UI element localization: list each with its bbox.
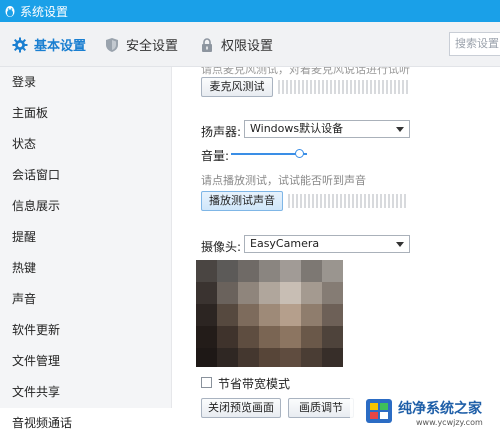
mic-test-button[interactable]: 麦克风测试 [201, 77, 273, 97]
preview-pixel [322, 326, 343, 348]
tab-label: 基本设置 [34, 39, 87, 54]
mic-hint-text: 请点麦克风测试，对着麦克风说话进行试听 [201, 67, 410, 76]
preview-pixel [238, 282, 259, 304]
sidebar-item-sound[interactable]: 声音 [0, 284, 172, 315]
preview-pixel [322, 304, 343, 326]
window-title: 系统设置 [20, 4, 69, 19]
chevron-down-icon [396, 242, 404, 247]
preview-pixel [301, 304, 322, 326]
sidebar-item-software-update[interactable]: 软件更新 [0, 315, 172, 346]
preview-pixel [196, 348, 217, 367]
tab-security-settings[interactable]: 安全设置 [104, 22, 178, 67]
tab-label: 安全设置 [126, 39, 179, 54]
sidebar-item-file-sharing[interactable]: 文件共享 [0, 377, 172, 408]
quality-adjust-button[interactable]: 画质调节 [288, 398, 354, 418]
preview-pixel [238, 326, 259, 348]
preview-pixel [238, 304, 259, 326]
speaker-select[interactable]: Windows默认设备 [244, 120, 410, 138]
play-test-sound-button[interactable]: 播放测试声音 [201, 191, 283, 211]
preview-pixel [301, 260, 322, 282]
preview-pixel [196, 260, 217, 282]
bandwidth-saving-checkbox[interactable] [201, 377, 212, 388]
sidebar: 登录 主面板 状态 会话窗口 信息展示 提醒 热键 声音 软件更新 文件管理 文… [0, 67, 172, 435]
site-watermark: 纯净系统之家 www.ycwjzy.com [350, 390, 500, 435]
chevron-down-icon [396, 127, 404, 132]
preview-pixel [217, 304, 238, 326]
preview-pixel [322, 260, 343, 282]
sidebar-item-file-management[interactable]: 文件管理 [0, 346, 172, 377]
preview-pixel [322, 282, 343, 304]
preview-pixel [259, 304, 280, 326]
preview-pixel [217, 326, 238, 348]
sidebar-item-status[interactable]: 状态 [0, 129, 172, 160]
preview-pixel [301, 282, 322, 304]
preview-pixel [301, 326, 322, 348]
gear-icon [12, 37, 28, 52]
watermark-logo-icon [366, 399, 392, 423]
title-bar: 系统设置 [0, 0, 500, 22]
preview-pixel [196, 326, 217, 348]
volume-label: 音量: [201, 149, 230, 163]
tab-permission-settings[interactable]: 权限设置 [199, 22, 273, 67]
speaker-select-value: Windows默认设备 [250, 122, 344, 135]
preview-pixel [259, 326, 280, 348]
penguin-logo-icon [5, 6, 15, 17]
preview-pixel [259, 348, 280, 367]
tab-label: 权限设置 [221, 39, 274, 54]
preview-pixel [196, 304, 217, 326]
preview-pixel [217, 282, 238, 304]
preview-pixel [322, 348, 343, 367]
preview-pixel [217, 260, 238, 282]
camera-preview-image [196, 260, 343, 367]
preview-pixel [280, 260, 301, 282]
camera-select-value: EasyCamera [250, 237, 320, 250]
watermark-title: 纯净系统之家 [398, 401, 482, 417]
play-hint-text: 请点播放测试，试试能否听到声音 [201, 174, 366, 187]
preview-pixel [301, 348, 322, 367]
preview-pixel [280, 326, 301, 348]
preview-pixel [259, 260, 280, 282]
sidebar-item-reminders[interactable]: 提醒 [0, 222, 172, 253]
preview-pixel [259, 282, 280, 304]
lock-icon [202, 37, 212, 52]
preview-pixel [280, 282, 301, 304]
preview-pixel [238, 260, 259, 282]
search-input[interactable]: 搜索设置 [449, 32, 500, 56]
sidebar-item-hotkeys[interactable]: 热键 [0, 253, 172, 284]
shield-icon [106, 37, 118, 52]
preview-pixel [280, 304, 301, 326]
sidebar-item-main-panel[interactable]: 主面板 [0, 98, 172, 129]
sidebar-item-av-call[interactable]: 音视频通话 [0, 408, 172, 435]
watermark-url: www.ycwjzy.com [416, 418, 483, 427]
volume-slider-knob[interactable] [295, 149, 304, 158]
close-preview-button[interactable]: 关闭预览画面 [201, 398, 281, 418]
sidebar-item-chat-window[interactable]: 会话窗口 [0, 160, 172, 191]
tab-basic-settings[interactable]: 基本设置 [12, 22, 86, 67]
sidebar-item-login[interactable]: 登录 [0, 67, 172, 98]
preview-pixel [280, 348, 301, 367]
camera-label: 摄像头: [201, 240, 242, 254]
speaker-label: 扬声器: [201, 125, 242, 139]
settings-content: 请点麦克风测试，对着麦克风说话进行试听 麦克风测试 扬声器: Windows默认… [173, 67, 500, 435]
settings-tab-bar: 基本设置 安全设置 权限设置 搜索设置 [0, 22, 500, 67]
preview-pixel [196, 282, 217, 304]
camera-select[interactable]: EasyCamera [244, 235, 410, 253]
speaker-level-meter [288, 194, 408, 208]
preview-pixel [238, 348, 259, 367]
mic-level-meter [278, 80, 408, 94]
preview-pixel [217, 348, 238, 367]
sidebar-item-info-display[interactable]: 信息展示 [0, 191, 172, 222]
bandwidth-saving-label: 节省带宽模式 [218, 377, 291, 391]
